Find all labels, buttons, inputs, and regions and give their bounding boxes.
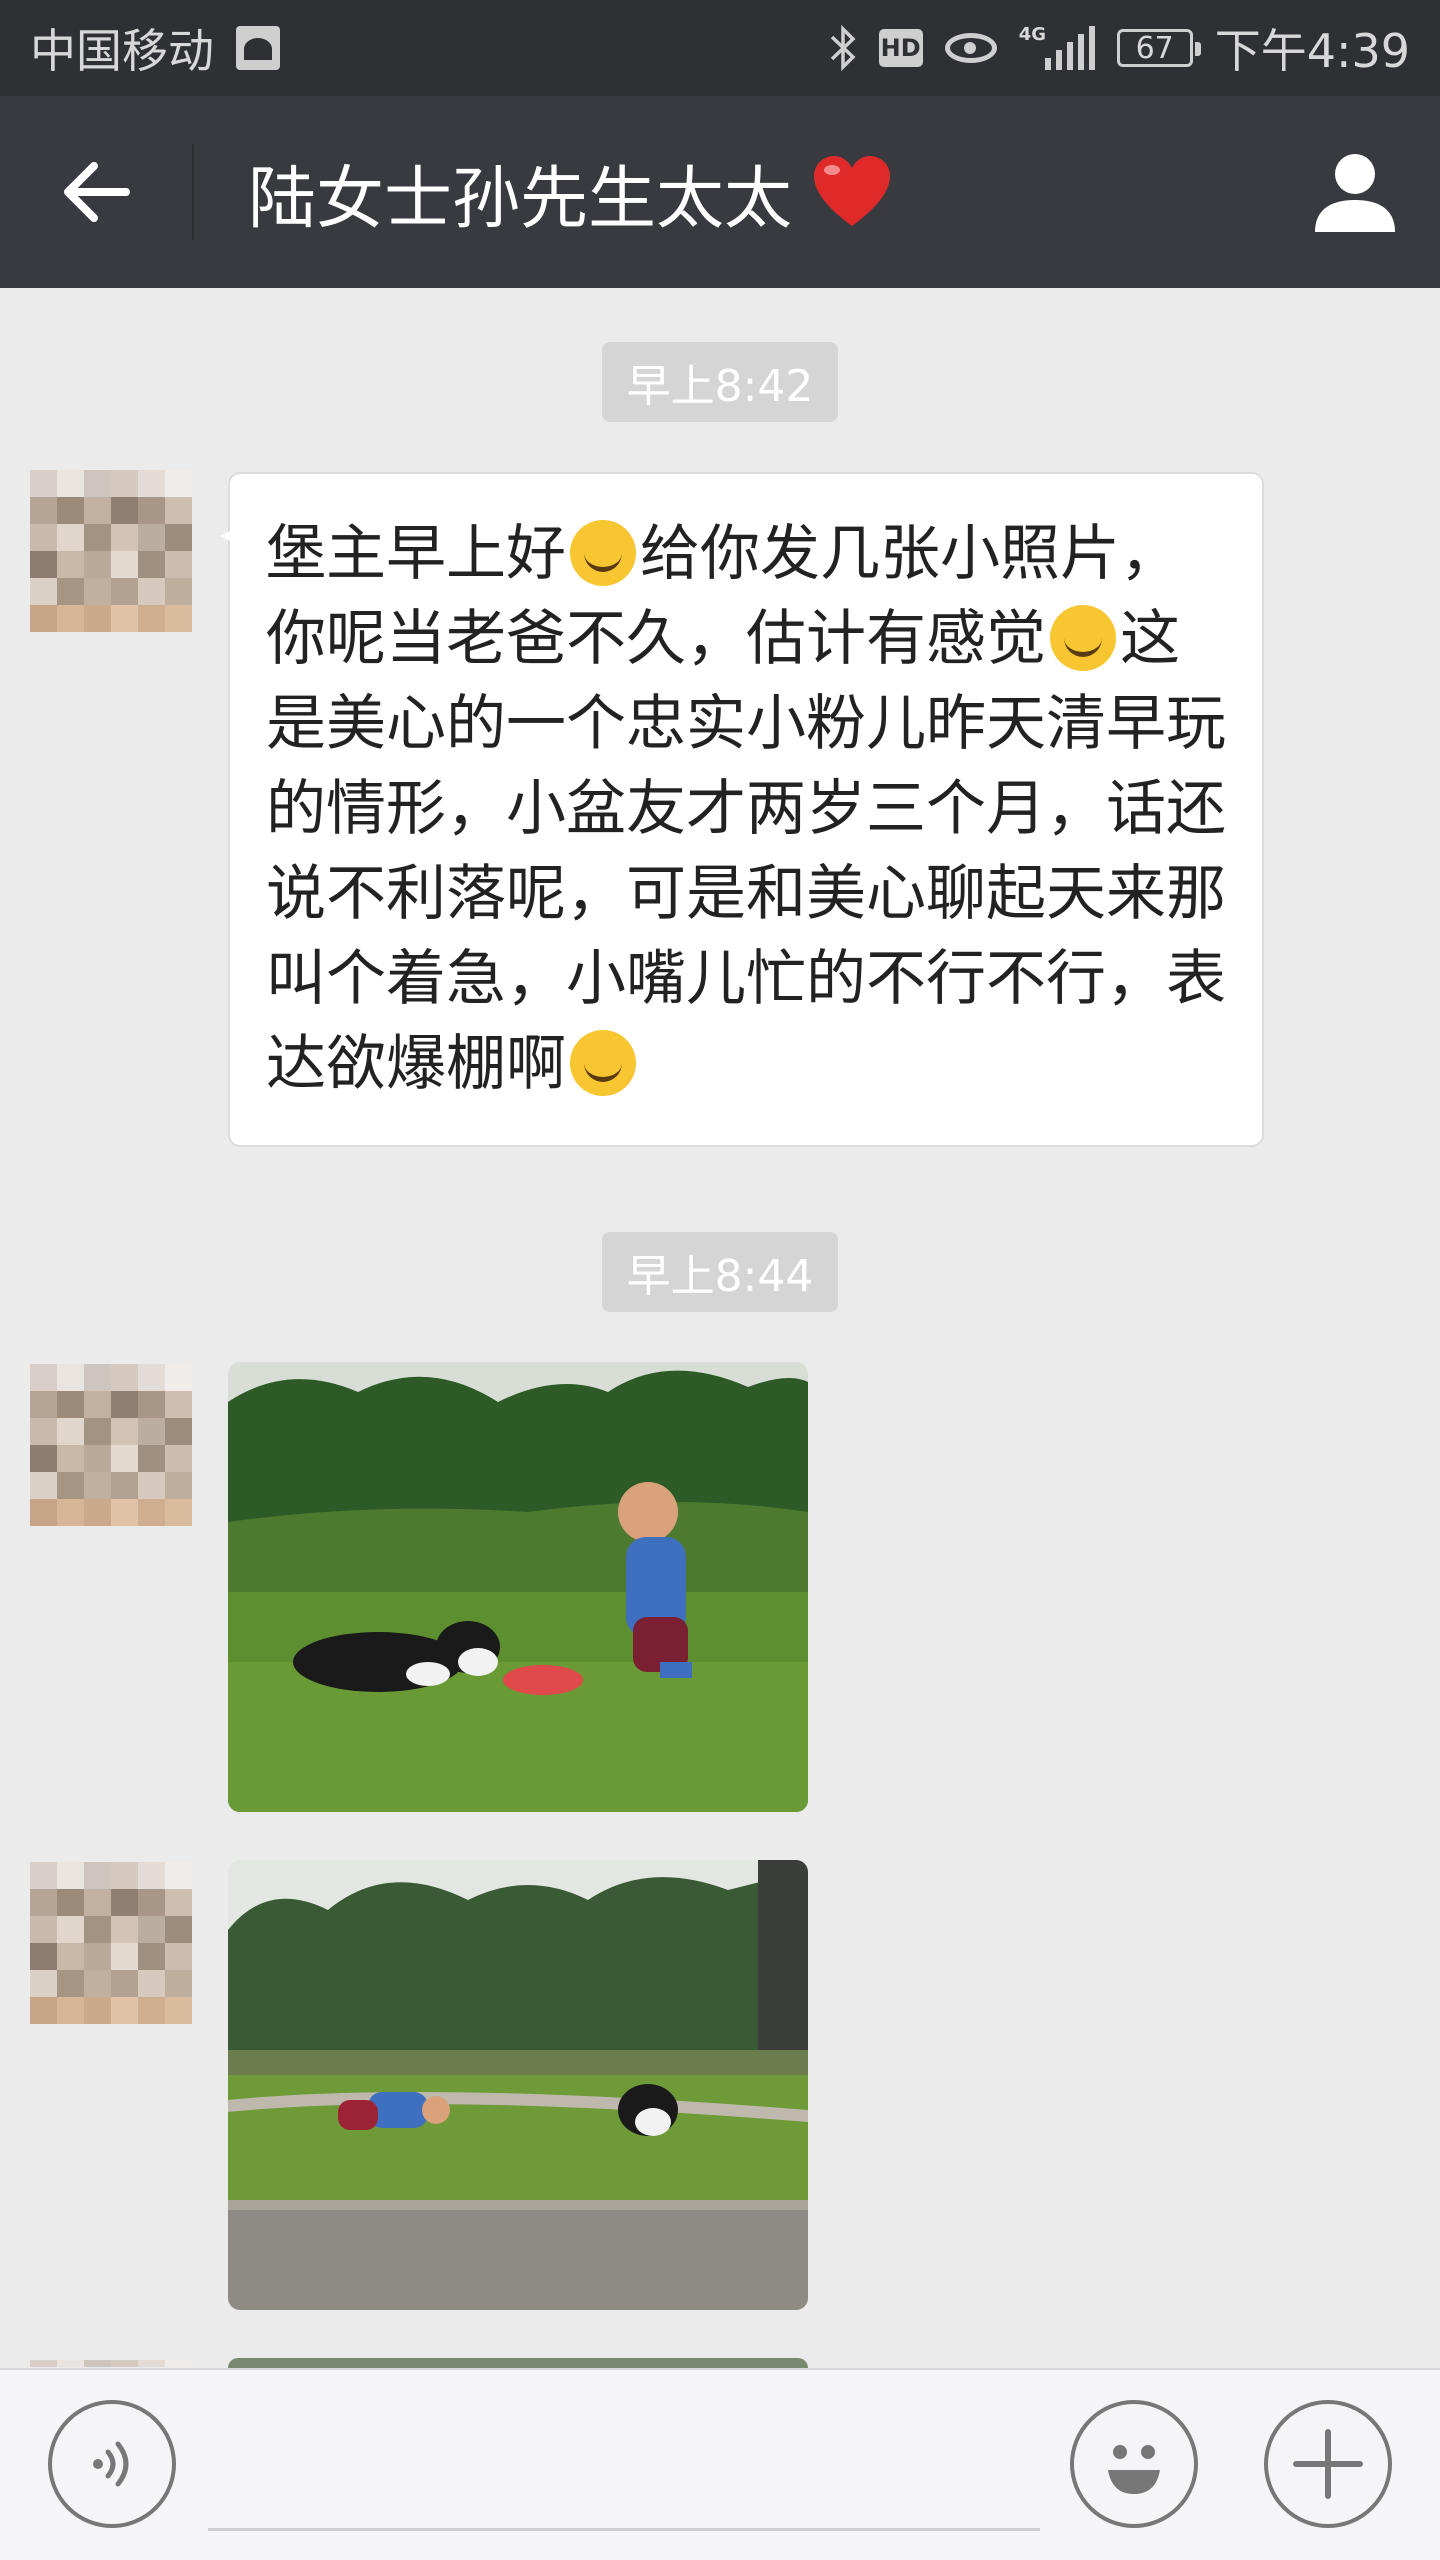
child-crawling-near-dog-on-lawn-photo	[228, 1860, 808, 2310]
chat-info-button[interactable]	[1270, 96, 1440, 288]
signal-icon: 4G	[1018, 24, 1095, 70]
smiley-icon	[1108, 2445, 1160, 2494]
status-bar: 中国移动 HD 4G 67 下午4:39	[0, 0, 1440, 96]
emoji-button[interactable]	[1070, 2400, 1198, 2528]
timestamp: 早上8:42	[602, 342, 838, 422]
message-list[interactable]: 早上8:42 堡主早上好 给你发几张小照片，你呢当老爸不久，估计有感觉 这是美心的一…	[0, 288, 1440, 2368]
message-text: 这是美心的一个忠实小粉儿昨天清早玩的情形，小盆友才两岁三个月，话还说不利落呢，可…	[266, 604, 1226, 1099]
status-left: 中国移动	[30, 15, 280, 81]
chat-title-text: 陆女士孙先生太太	[248, 159, 793, 239]
image-message[interactable]	[228, 2358, 808, 2368]
message-text: 堡主早上好	[266, 519, 566, 589]
input-bar	[0, 2368, 1440, 2560]
avatar[interactable]	[30, 1862, 192, 2024]
eye-comfort-icon	[944, 33, 997, 63]
timestamp: 早上8:44	[602, 1232, 838, 1312]
status-right: HD 4G 67 下午4:39	[829, 15, 1410, 81]
battery-level: 67	[1135, 30, 1174, 66]
voice-icon	[93, 2441, 129, 2487]
title-bar: 陆女士孙先生太太	[0, 96, 1440, 288]
smiling-face-emoji	[570, 520, 636, 586]
child-and-border-collie-on-lawn-photo	[228, 1362, 808, 1812]
huawei-icon	[236, 26, 280, 70]
network-type-label: 4G	[1018, 24, 1046, 45]
plus-icon	[1293, 2429, 1363, 2499]
back-button[interactable]	[0, 96, 192, 288]
grinning-face-emoji	[1050, 605, 1116, 671]
heart-icon	[814, 156, 891, 226]
avatar[interactable]	[30, 1364, 192, 1526]
carrier-label: 中国移动	[30, 24, 214, 78]
voice-button[interactable]	[48, 2400, 176, 2528]
clock: 下午4:39	[1214, 24, 1410, 78]
image-message[interactable]	[228, 1860, 808, 2310]
battery-icon: 67	[1116, 29, 1201, 67]
message-bubble[interactable]: 堡主早上好 给你发几张小照片，你呢当老爸不久，估计有感觉 这是美心的一个忠实小粉儿昨…	[220, 472, 1264, 1147]
title-divider	[192, 144, 194, 240]
more-button[interactable]	[1264, 2400, 1392, 2528]
message-input[interactable]	[208, 2528, 1040, 2531]
hd-badge: HD	[878, 29, 923, 67]
chat-title: 陆女士孙先生太太	[248, 143, 1270, 242]
avatar[interactable]	[30, 470, 192, 632]
person-icon	[1315, 154, 1395, 232]
bluetooth-icon	[830, 25, 856, 71]
avatar[interactable]	[30, 2360, 192, 2368]
image-message[interactable]	[228, 1362, 808, 1812]
back-arrow-icon	[64, 162, 130, 222]
rolling-laughing-emoji	[570, 1030, 636, 1096]
